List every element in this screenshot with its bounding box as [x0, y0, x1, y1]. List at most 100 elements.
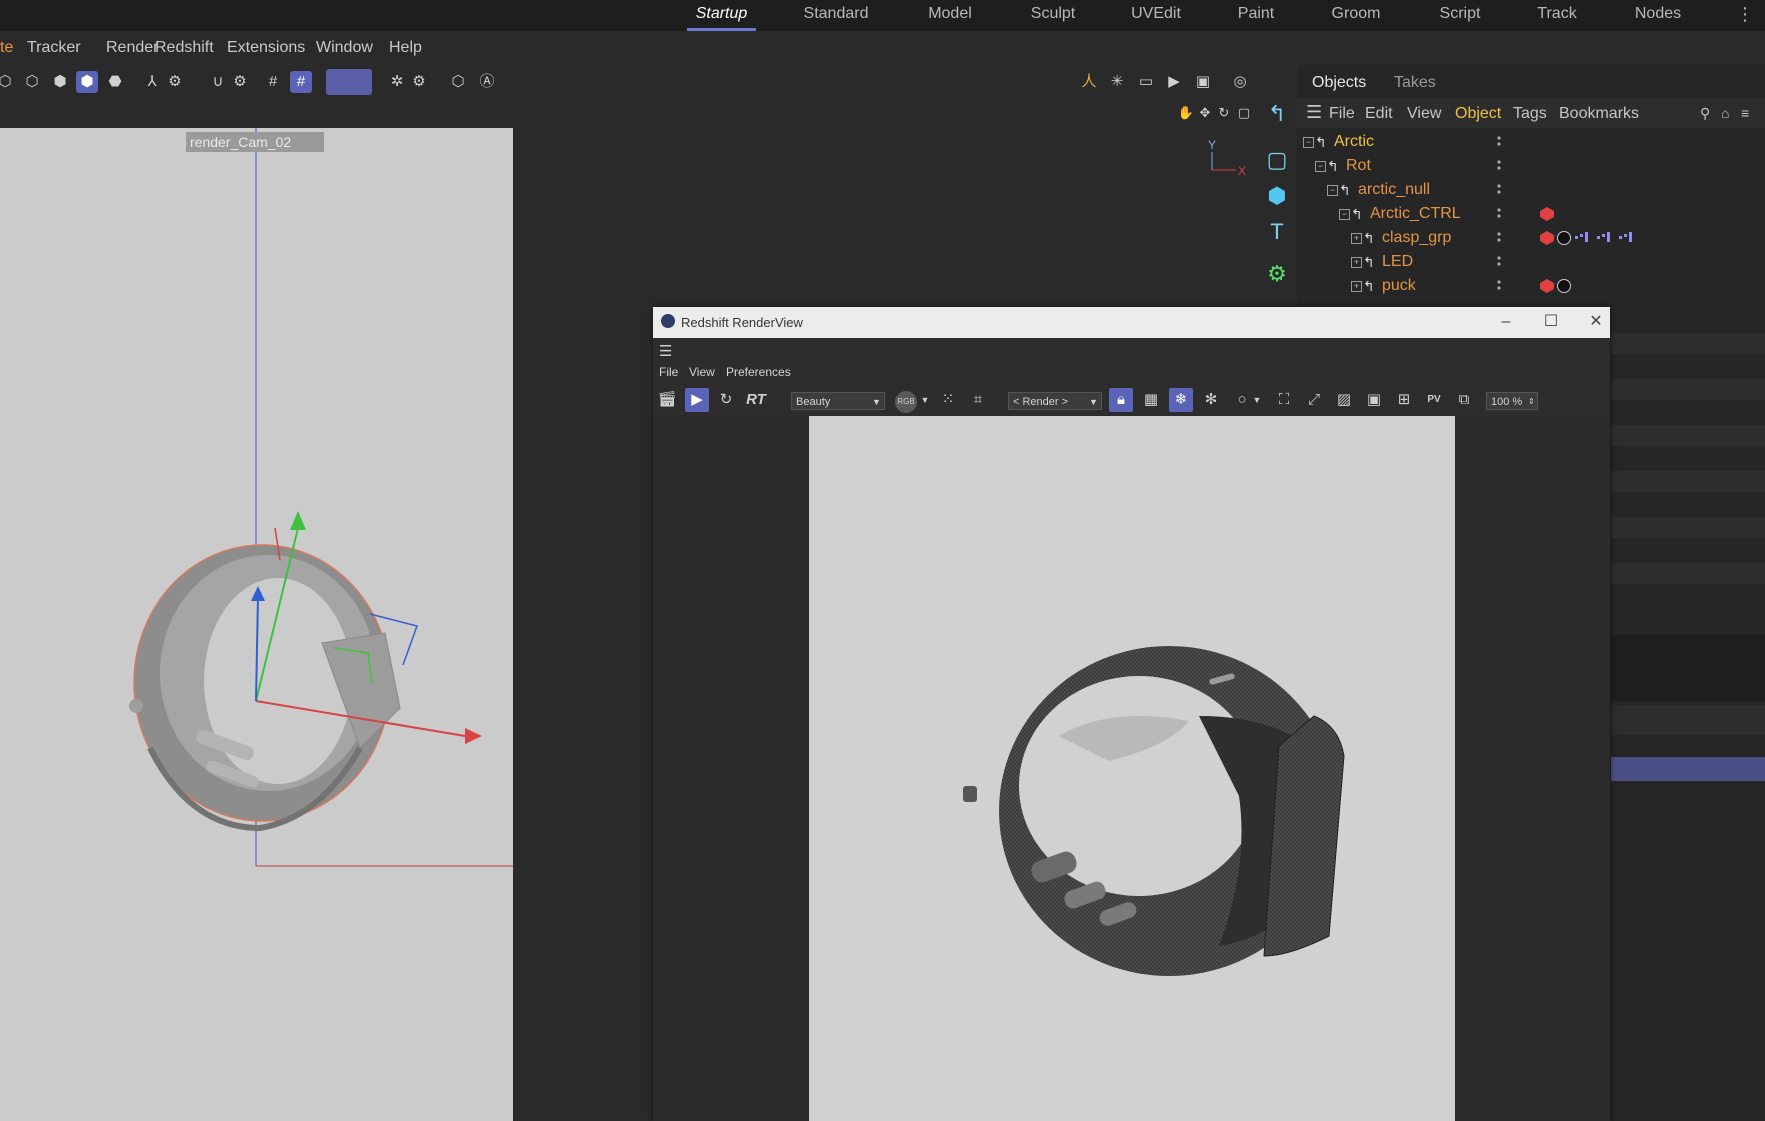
menu-item-extensions[interactable]: Extensions — [227, 39, 305, 57]
object-row-rot[interactable]: − ↰ Rot — [1297, 155, 1765, 179]
renderview-menu-preferences[interactable]: Preferences — [726, 365, 791, 379]
circle-chevron-icon[interactable]: ▼ — [1251, 388, 1263, 412]
object-row-puck[interactable]: + ↰ puck — [1297, 275, 1765, 299]
tab-groom[interactable]: Groom — [1324, 0, 1388, 31]
object-row-clasp-grp[interactable]: + ↰ clasp_grp — [1297, 227, 1765, 251]
visibility-toggle-icon[interactable] — [1494, 183, 1504, 197]
snap-settings-gear-icon[interactable]: ⚙ — [229, 71, 251, 93]
shader-tag-icon[interactable] — [1557, 231, 1571, 245]
shader-tag-icon[interactable] — [1557, 279, 1571, 293]
expand-icon[interactable]: + — [1351, 281, 1362, 292]
text-object-icon[interactable]: T — [1261, 216, 1293, 248]
focus-icon[interactable]: ⛶ — [1272, 388, 1296, 412]
pv-button[interactable]: PV — [1422, 388, 1446, 412]
collapse-icon[interactable]: − — [1315, 161, 1326, 172]
visibility-toggle-icon[interactable] — [1494, 159, 1504, 173]
refresh-render-icon[interactable]: ↻ — [714, 388, 738, 412]
camera-dropdown[interactable]: < Render > ▼ — [1008, 392, 1102, 410]
menu-item-help[interactable]: Help — [389, 39, 422, 57]
maximize-view-icon[interactable]: ▢ — [1233, 102, 1255, 124]
visibility-toggle-icon[interactable] — [1494, 135, 1504, 149]
rt-toggle-button[interactable]: RT — [744, 388, 768, 412]
tab-script[interactable]: Script — [1428, 0, 1492, 31]
aov-dropdown[interactable]: Beauty ▼ — [791, 392, 885, 410]
expand-icon[interactable]: + — [1351, 257, 1362, 268]
object-mode-icon[interactable]: ⬣ — [104, 71, 126, 93]
tab-paint[interactable]: Paint — [1228, 0, 1284, 31]
tab-takes[interactable]: Takes — [1394, 74, 1436, 92]
renderview-hamburger-icon[interactable]: ☰ — [659, 342, 672, 360]
add-snapshot-icon[interactable]: ⊞ — [1392, 388, 1416, 412]
rotate-view-icon[interactable]: ↻ — [1213, 102, 1235, 124]
model-mode-icon[interactable]: ⬢ — [76, 71, 98, 93]
visibility-toggle-icon[interactable] — [1494, 207, 1504, 221]
material-tag-icon[interactable] — [1540, 279, 1554, 293]
character-pose-icon[interactable]: 人 — [1078, 71, 1100, 93]
collapse-icon[interactable]: − — [1339, 209, 1350, 220]
objects-menu-edit[interactable]: Edit — [1365, 105, 1393, 123]
zoom-field[interactable]: 100 % ⇕ — [1486, 392, 1538, 410]
render-canvas[interactable] — [809, 416, 1455, 1121]
object-row-arctic-null[interactable]: − ↰ arctic_null — [1297, 179, 1765, 203]
collapse-icon[interactable]: − — [1327, 185, 1338, 196]
lock-hex-icon[interactable]: ⬡ — [447, 71, 469, 93]
renderview-menu-view[interactable]: View — [689, 365, 715, 379]
renderview-menu-file[interactable]: File — [659, 365, 678, 379]
sparkle-icon[interactable]: ✳ — [1106, 71, 1128, 93]
render-settings-icon[interactable]: ▣ — [1192, 71, 1214, 93]
hamburger-icon[interactable]: ☰ — [1306, 102, 1322, 123]
rgb-chevron-icon[interactable]: ▼ — [919, 388, 931, 412]
visibility-toggle-icon[interactable] — [1494, 255, 1504, 269]
copy-icon[interactable]: ⧉ — [1452, 388, 1476, 412]
rgb-channel-button[interactable]: RGB — [891, 388, 921, 413]
points-mode-icon[interactable]: ⬡ — [0, 71, 16, 93]
axis-icon[interactable]: ⅄ — [141, 71, 163, 93]
object-row-arctic-ctrl[interactable]: − ↰ Arctic_CTRL — [1297, 203, 1765, 227]
tab-model[interactable]: Model — [918, 0, 982, 31]
sample-grid-icon[interactable]: ⁙ — [936, 388, 960, 412]
workplane-snap-icon[interactable]: # — [290, 71, 312, 93]
polygons-mode-icon[interactable]: ⬢ — [49, 71, 71, 93]
tab-nodes[interactable]: Nodes — [1626, 0, 1690, 31]
settings-gear-icon[interactable]: ⚙ — [164, 71, 186, 93]
menu-item-tracker[interactable]: Tracker — [27, 39, 81, 57]
minimize-icon[interactable]: – — [1495, 311, 1517, 333]
menu-item-window[interactable]: Window — [316, 39, 373, 57]
grid-icon[interactable]: ▦ — [1139, 388, 1163, 412]
objects-menu-object[interactable]: Object — [1455, 105, 1501, 123]
selected-attribute-row[interactable] — [1611, 757, 1765, 781]
renderview-title-bar[interactable]: Redshift RenderView – ☐ ✕ — [653, 307, 1610, 338]
generator-object-icon[interactable]: ⚙ — [1261, 258, 1293, 290]
tab-startup[interactable]: Startup — [687, 0, 756, 31]
symmetry-toggle-group[interactable] — [326, 69, 372, 95]
tab-track[interactable]: Track — [1528, 0, 1586, 31]
cube-object-icon[interactable]: ⬢ — [1261, 180, 1293, 212]
tab-uvedit[interactable]: UVEdit — [1124, 0, 1188, 31]
expand-icon[interactable]: + — [1351, 233, 1362, 244]
menu-item-te[interactable]: te — [0, 39, 13, 57]
crop-icon[interactable]: ⌗ — [966, 388, 990, 412]
freeze-icon[interactable]: ❄ — [1169, 388, 1193, 412]
objects-menu-bookmarks[interactable]: Bookmarks — [1559, 105, 1639, 123]
tab-sculpt[interactable]: Sculpt — [1022, 0, 1084, 31]
collapse-icon[interactable]: − — [1303, 137, 1314, 148]
magnet-icon[interactable]: ∪ — [207, 71, 229, 93]
plane-object-icon[interactable]: ▢ — [1261, 144, 1293, 176]
objects-menu-view[interactable]: View — [1407, 105, 1441, 123]
render-view-icon[interactable]: ▶ — [1163, 71, 1185, 93]
ring-icon[interactable]: ◎ — [1229, 71, 1251, 93]
clapper-icon[interactable]: 🎬︎ — [655, 388, 679, 412]
objects-menu-tags[interactable]: Tags — [1513, 105, 1547, 123]
edges-mode-icon[interactable]: ⬡ — [21, 71, 43, 93]
visibility-toggle-icon[interactable] — [1494, 279, 1504, 293]
object-row-led[interactable]: + ↰ LED — [1297, 251, 1765, 275]
image-icon[interactable]: ▣ — [1362, 388, 1386, 412]
auto-hex-icon[interactable]: Ⓐ — [476, 71, 498, 93]
snowflake-settings-icon[interactable]: ✻ — [1199, 388, 1223, 412]
tab-objects[interactable]: Objects — [1312, 74, 1366, 92]
constraint-tags-icon[interactable] — [1575, 231, 1643, 245]
objects-menu-file[interactable]: File — [1329, 105, 1355, 123]
search-icon[interactable]: ⚲ — [1700, 105, 1710, 122]
start-render-icon[interactable]: ▶ — [685, 388, 709, 412]
grid-snap-icon[interactable]: # — [262, 71, 284, 93]
